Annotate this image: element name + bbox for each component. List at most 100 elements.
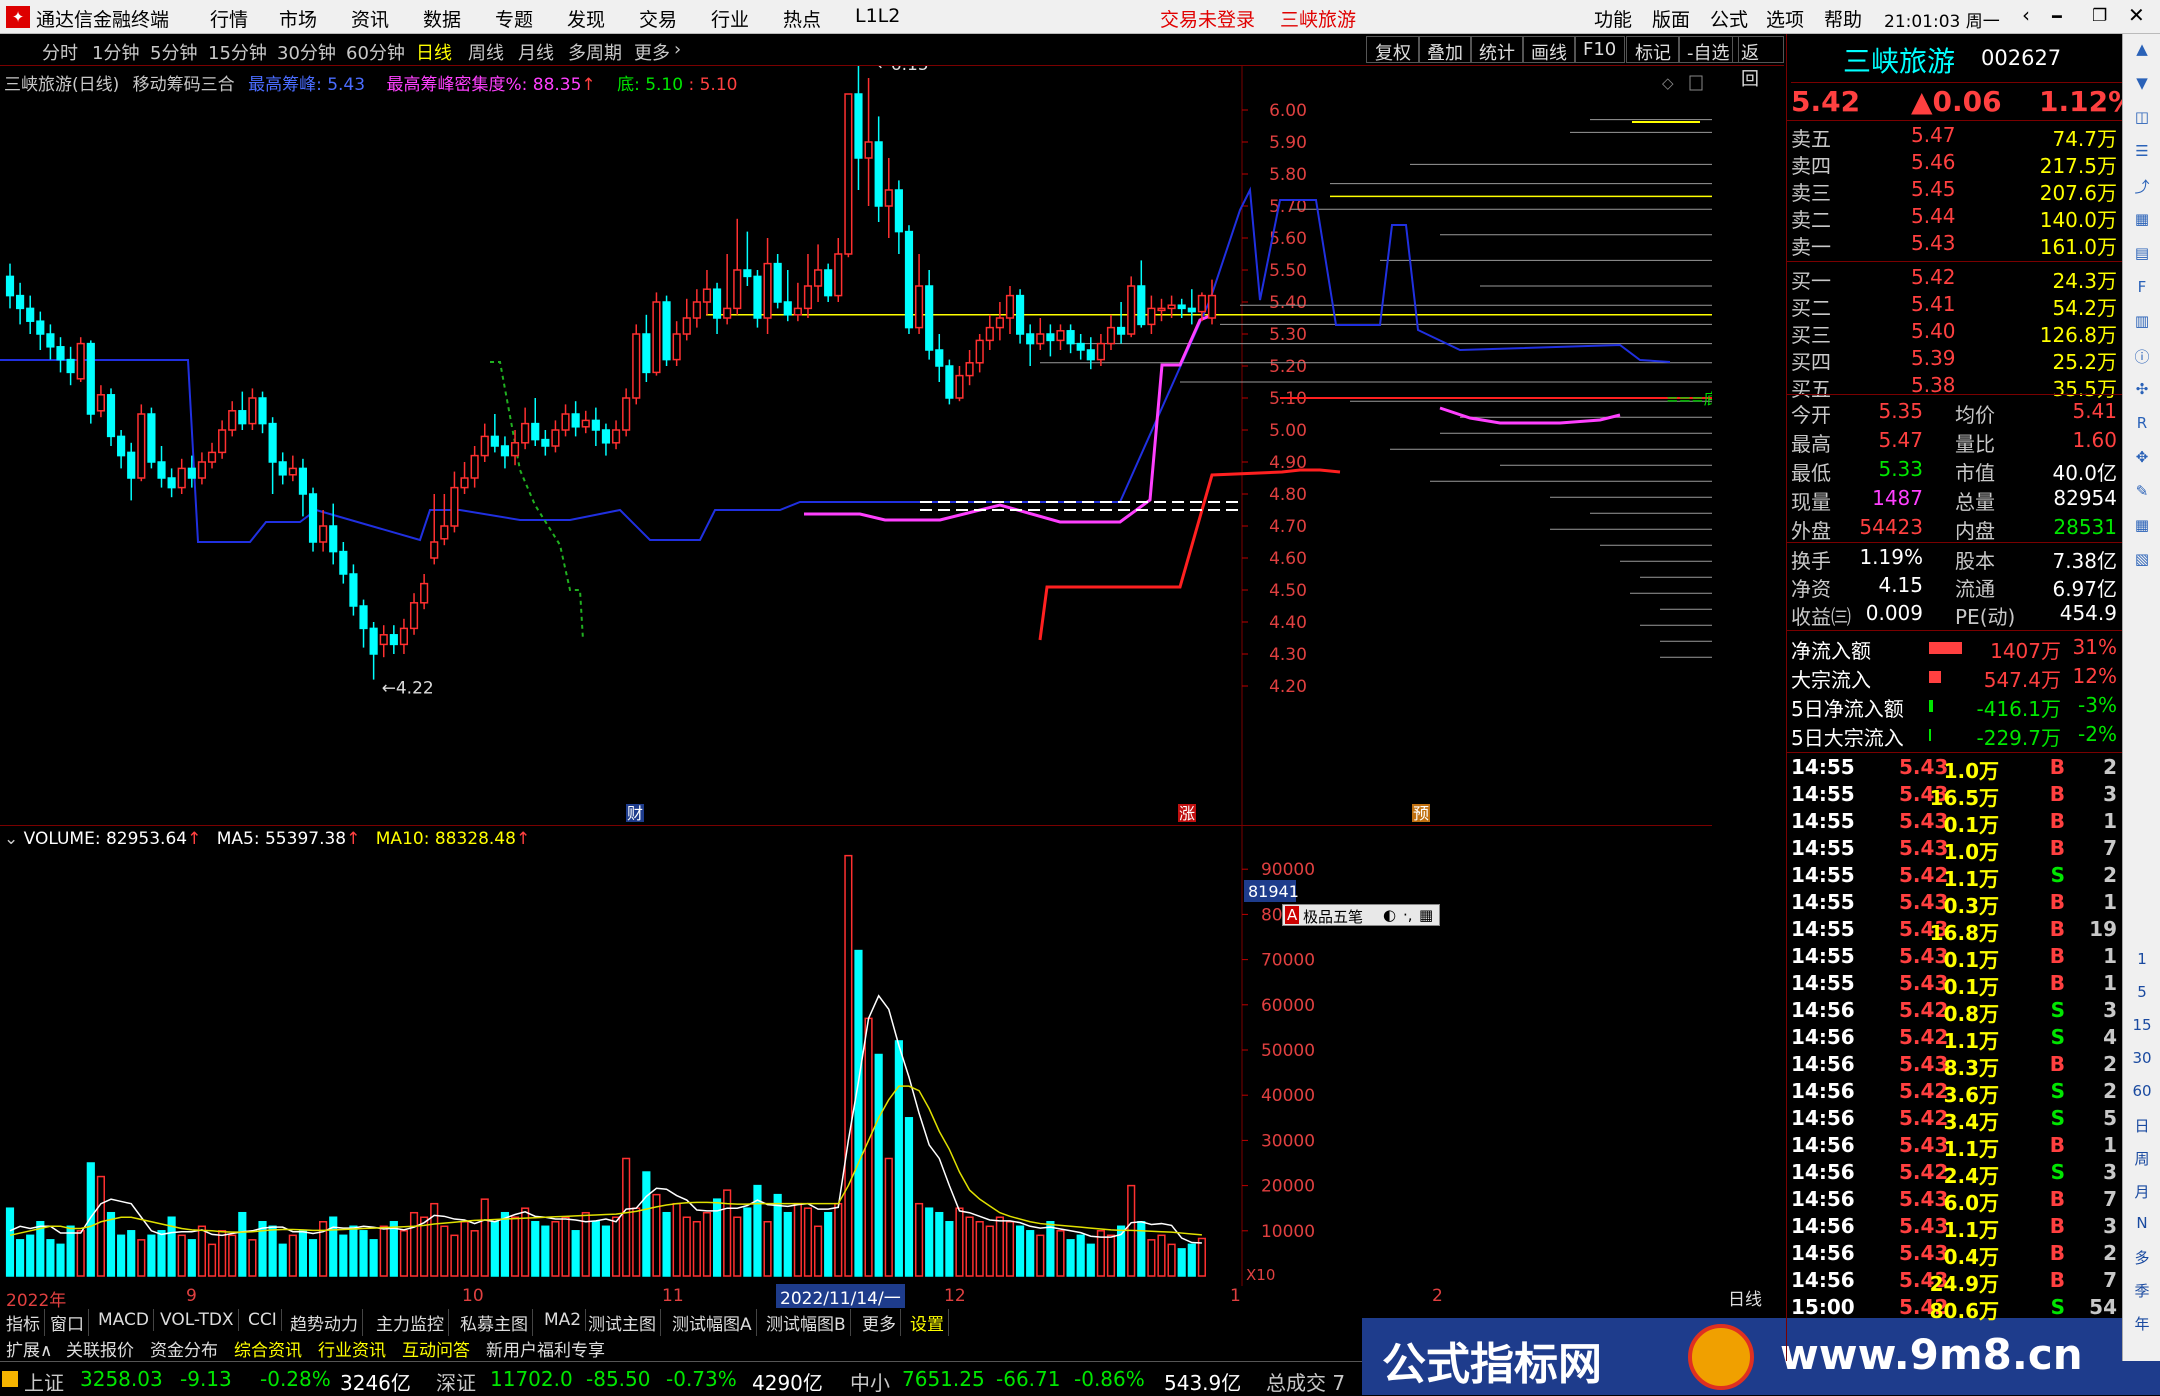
chevron-right-icon[interactable]: › bbox=[674, 39, 681, 60]
collapse-icon[interactable]: ⌄ bbox=[4, 829, 18, 849]
tab-settings[interactable]: 设置 bbox=[906, 1309, 949, 1336]
ask-row[interactable]: 卖三 5.45 207.6万 bbox=[1787, 177, 2123, 205]
tab-test-b[interactable]: 测试幅图B bbox=[762, 1309, 851, 1336]
tab-related-quotes[interactable]: 关联报价 bbox=[62, 1336, 138, 1361]
trend-icon[interactable]: ⤴ bbox=[2129, 176, 2155, 202]
overlay-button[interactable]: 叠加 bbox=[1418, 36, 1472, 64]
volume-chart[interactable]: 9000080000700006000050000400003000020000… bbox=[0, 826, 1712, 1286]
tick-list[interactable]: 14:55 5.43 1.0万 B 2 14:55 5.43 16.5万 B 3 14:55 5.43… bbox=[1787, 752, 2123, 1361]
down-icon[interactable]: ▼ bbox=[2129, 74, 2155, 100]
sz-name[interactable]: 深证 bbox=[436, 1367, 476, 1396]
period-30min[interactable]: 30分钟 bbox=[277, 39, 336, 65]
side-period-6[interactable]: 周 bbox=[2129, 1148, 2155, 1174]
tab-window[interactable]: 窗口 bbox=[46, 1309, 89, 1336]
indicator-name[interactable]: 移动筹码三合 bbox=[133, 75, 235, 95]
side-period-9[interactable]: 多 bbox=[2129, 1247, 2155, 1273]
menu-hangye[interactable]: 行业 bbox=[711, 5, 749, 32]
side-period-0[interactable]: 1 bbox=[2129, 950, 2155, 976]
tab-news[interactable]: 综合资讯 bbox=[230, 1336, 306, 1361]
chart-icon[interactable]: ◫ bbox=[2129, 108, 2155, 134]
period-monthly[interactable]: 月线 bbox=[518, 39, 554, 65]
tab-more[interactable]: 更多 bbox=[858, 1309, 901, 1336]
tab-fund-dist[interactable]: 资金分布 bbox=[146, 1336, 222, 1361]
side-period-7[interactable]: 月 bbox=[2129, 1181, 2155, 1207]
menu-bangzhu[interactable]: 帮助 bbox=[1824, 5, 1862, 32]
sh-name[interactable]: 上证 bbox=[24, 1367, 64, 1396]
f10-button[interactable]: F10 bbox=[1574, 36, 1626, 63]
trade-login-alert[interactable]: 交易未登录 bbox=[1160, 5, 1255, 32]
tab-test-a[interactable]: 测试幅图A bbox=[668, 1309, 757, 1336]
side-period-10[interactable]: 季 bbox=[2129, 1280, 2155, 1306]
period-daily[interactable]: 日线 bbox=[416, 39, 452, 65]
period-weekly[interactable]: 周线 bbox=[468, 39, 504, 65]
side-period-8[interactable]: N bbox=[2129, 1214, 2155, 1240]
back-arrow-icon[interactable]: ‹ bbox=[2022, 3, 2030, 27]
mark-button[interactable]: 标记 bbox=[1626, 36, 1680, 64]
f10-icon[interactable]: F bbox=[2129, 278, 2155, 304]
menu-redian[interactable]: 热点 bbox=[783, 5, 821, 32]
moon-icon[interactable]: ◐ bbox=[1383, 906, 1396, 924]
compass-icon[interactable]: ✣ bbox=[2129, 380, 2155, 406]
period-5min[interactable]: 5分钟 bbox=[150, 39, 197, 65]
tab-industry-news[interactable]: 行业资讯 bbox=[314, 1336, 390, 1361]
period-60min[interactable]: 60分钟 bbox=[346, 39, 405, 65]
kline-chart[interactable]: 6.005.905.805.705.605.505.405.305.205.10… bbox=[0, 66, 1712, 826]
return-button[interactable]: 返回 bbox=[1732, 36, 1784, 90]
tab-expand[interactable]: 扩展∧ bbox=[2, 1336, 56, 1361]
ask-row[interactable]: 卖一 5.43 161.0万 bbox=[1787, 231, 2123, 259]
tab-ma2[interactable]: MA2 bbox=[540, 1309, 587, 1331]
bid-row[interactable]: 买二 5.41 54.2万 bbox=[1787, 292, 2123, 320]
menu-banmian[interactable]: 版面 bbox=[1652, 5, 1690, 32]
tab-new-user[interactable]: 新用户福利专享 bbox=[482, 1336, 609, 1361]
info-icon[interactable]: ⓘ bbox=[2129, 346, 2155, 372]
period-1min[interactable]: 1分钟 bbox=[92, 39, 139, 65]
side-period-4[interactable]: 60 bbox=[2129, 1082, 2155, 1108]
tab-trend-power[interactable]: 趋势动力 bbox=[286, 1309, 363, 1336]
menu-gongneng[interactable]: 功能 bbox=[1594, 5, 1632, 32]
ask-row[interactable]: 卖五 5.47 74.7万 bbox=[1787, 123, 2123, 151]
move-icon[interactable]: ✥ bbox=[2129, 448, 2155, 474]
fuquan-button[interactable]: 复权 bbox=[1366, 36, 1420, 64]
punct-icon[interactable]: ·, bbox=[1403, 906, 1413, 924]
menu-zhuanti[interactable]: 专题 bbox=[495, 5, 533, 32]
menu-shuju[interactable]: 数据 bbox=[423, 5, 461, 32]
menu-zixun[interactable]: 资讯 bbox=[351, 5, 389, 32]
tab-cci[interactable]: CCI bbox=[244, 1309, 282, 1331]
menu-gongshi[interactable]: 公式 bbox=[1710, 5, 1748, 32]
ime-toolbar[interactable]: A 极品五笔 ◐ ·, ▦ bbox=[1282, 904, 1440, 926]
period-15min[interactable]: 15分钟 bbox=[208, 39, 267, 65]
period-fenshi[interactable]: 分时 bbox=[42, 39, 78, 65]
side-period-5[interactable]: 日 bbox=[2129, 1115, 2155, 1141]
side-period-2[interactable]: 15 bbox=[2129, 1016, 2155, 1042]
up-icon[interactable]: ▲ bbox=[2129, 40, 2155, 66]
watchlist-button[interactable]: -自选 bbox=[1678, 36, 1739, 64]
tab-qa[interactable]: 互动问答 bbox=[398, 1336, 474, 1361]
close-icon[interactable]: ✕ bbox=[2128, 3, 2145, 27]
tab-vol-tdx[interactable]: VOL-TDX bbox=[156, 1309, 239, 1331]
menu-faxian[interactable]: 发现 bbox=[567, 5, 605, 32]
tab-indicator[interactable]: 指标 bbox=[2, 1309, 45, 1336]
stats-button[interactable]: 统计 bbox=[1470, 36, 1524, 64]
ask-row[interactable]: 卖二 5.44 140.0万 bbox=[1787, 204, 2123, 232]
menu-shichang[interactable]: 市场 bbox=[279, 5, 317, 32]
pen-icon[interactable]: ✎ bbox=[2129, 482, 2155, 508]
keyboard-icon[interactable]: ▦ bbox=[1419, 906, 1433, 924]
menu-xuanxiang[interactable]: 选项 bbox=[1766, 5, 1804, 32]
list-icon[interactable]: ☰ bbox=[2129, 142, 2155, 168]
menu-l1l2[interactable]: L1L2 bbox=[855, 5, 900, 27]
maximize-icon[interactable]: ❐ bbox=[2092, 6, 2107, 26]
period-more[interactable]: 更多 bbox=[634, 39, 670, 65]
grid-icon[interactable]: ▤ bbox=[2129, 244, 2155, 270]
side-period-3[interactable]: 30 bbox=[2129, 1049, 2155, 1075]
period-multi[interactable]: 多周期 bbox=[568, 39, 622, 65]
draw-button[interactable]: 画线 bbox=[1522, 36, 1576, 64]
bid-row[interactable]: 买三 5.40 126.8万 bbox=[1787, 319, 2123, 347]
rsi-icon[interactable]: R bbox=[2129, 414, 2155, 440]
minimize-icon[interactable]: ━ bbox=[2052, 7, 2062, 26]
tab-main-monitor[interactable]: 主力监控 bbox=[372, 1309, 449, 1336]
status-icon[interactable] bbox=[2, 1371, 18, 1387]
tab-private-main[interactable]: 私募主图 bbox=[456, 1309, 533, 1336]
doc-icon[interactable]: ▥ bbox=[2129, 312, 2155, 338]
bid-row[interactable]: 买四 5.39 25.2万 bbox=[1787, 346, 2123, 374]
grid3-icon[interactable]: ▧ bbox=[2129, 550, 2155, 576]
